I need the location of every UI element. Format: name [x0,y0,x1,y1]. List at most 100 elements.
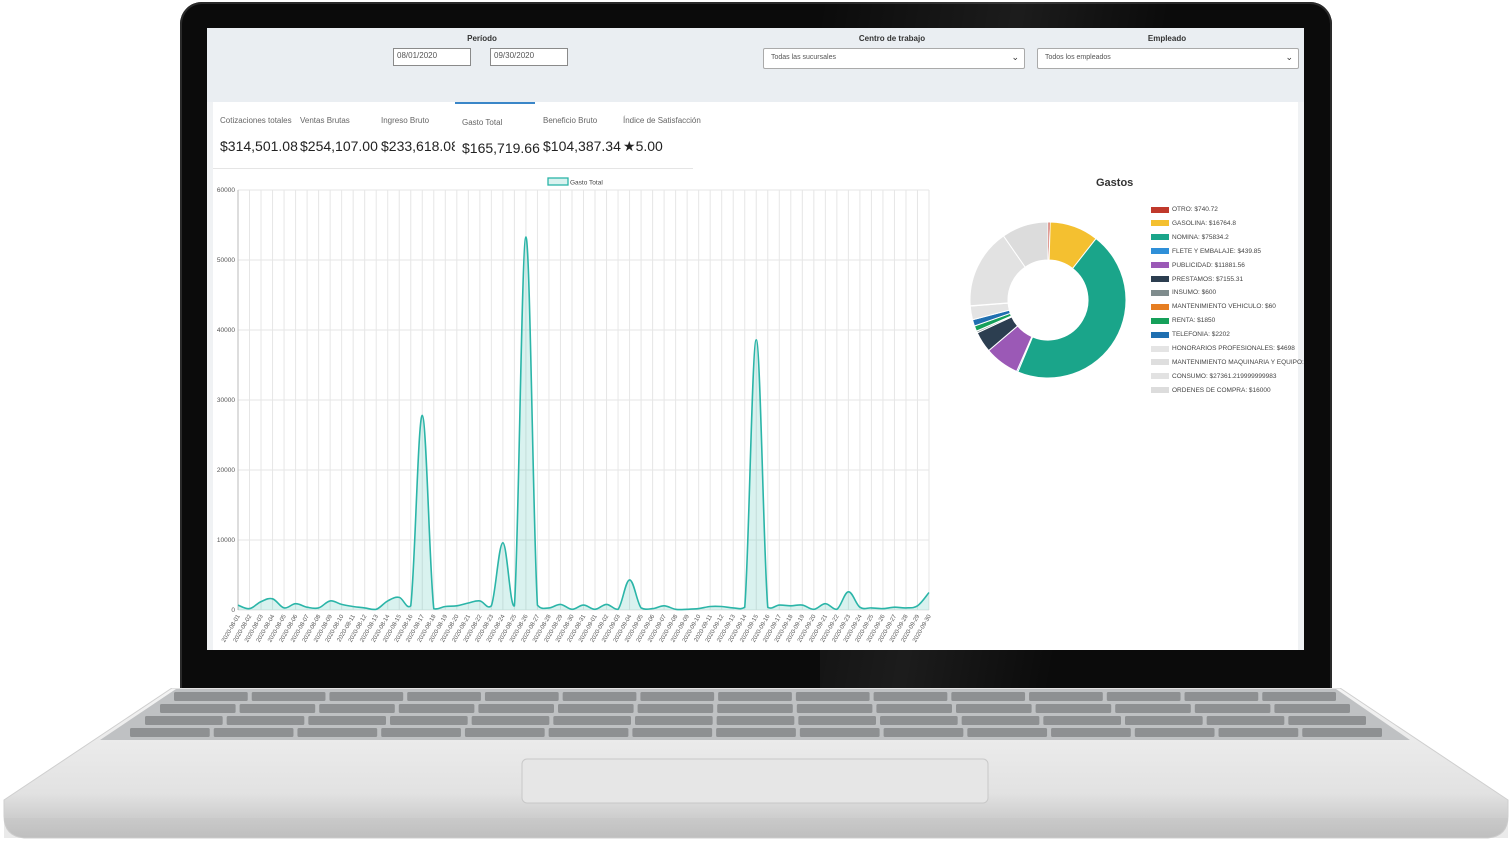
legend-item[interactable]: INSUMO: $600 [1151,289,1216,297]
key [718,692,792,701]
legend-label: PRESTAMOS: $7155.31 [1172,275,1244,283]
laptop-base [3,688,1509,839]
legend-item[interactable]: RENTA: $1850 [1151,317,1215,325]
end-date-input[interactable]: 09/30/2020 [490,48,568,66]
key [174,692,248,701]
key [951,692,1026,701]
key [1302,728,1382,737]
legend-item[interactable]: FLETE Y EMBALAJE: $439.85 [1151,248,1261,256]
dashboard-panel: Cotizaciones totales $314,501.08 Ventas … [213,102,1304,650]
chevron-down-icon: ⌄ [1011,52,1019,62]
key [1115,704,1191,713]
key [1262,692,1336,701]
legend-label: NOMINA: $75834.2 [1172,233,1229,241]
key [880,716,958,725]
legend-swatch [1151,387,1169,394]
y-tick-label: 30000 [217,397,235,404]
key [876,704,952,713]
legend-label: CONSUMO: $27361.219999999983 [1172,372,1277,380]
key [961,716,1040,725]
y-tick-label: 0 [231,607,235,614]
legend-swatch [1151,289,1169,296]
legend-label: FLETE Y EMBALAJE: $439.85 [1172,247,1262,255]
key [1274,704,1350,713]
key [145,716,223,725]
key [637,704,714,713]
key [308,716,386,725]
key [1029,692,1103,701]
key [297,728,378,737]
legend-item[interactable]: PRESTAMOS: $7155.31 [1151,276,1243,284]
key [239,704,316,713]
kpi-ingreso-bruto[interactable]: Ingreso Bruto $233,618.08 [374,102,459,168]
empleado-selected-value: Todos los empleados [1045,54,1111,61]
kpi-gasto-total[interactable]: Gasto Total $165,719.66 [455,102,540,170]
star-icon: ★ [623,138,636,154]
key [883,728,964,737]
y-tick-label: 40000 [217,327,235,334]
key [390,716,468,725]
y-tick-label: 50000 [217,257,235,264]
legend-swatch [1151,206,1169,213]
legend-label: Gasto Total [570,180,603,187]
key [632,728,713,737]
legend-item[interactable]: TELEFONIA: $2202 [1151,331,1230,339]
legend-item[interactable]: NOMINA: $75834.2 [1151,234,1229,242]
legend-item[interactable]: OTRO: $740.72 [1151,206,1218,214]
kpi-ventas-brutas[interactable]: Ventas Brutas $254,107.00 [293,102,378,168]
legend-item[interactable]: MANTENIMIENTO VEHICULO: $60 [1151,303,1276,311]
empleado-select[interactable]: Todos los empleados ⌄ [1037,48,1299,69]
kpi-label: Gasto Total [462,118,503,127]
kpi-value: $254,107.00 [300,138,378,154]
key [717,704,793,713]
kpi-divider [213,168,693,169]
legend-item[interactable]: GASOLINA: $16764.8 [1151,220,1236,228]
pie-title: Gastos [1096,177,1134,189]
legend-swatch [1151,359,1169,366]
legend-item[interactable]: HONORARIOS PROFESIONALES: $4698 [1151,345,1295,353]
legend-item[interactable]: PUBLICIDAD: $11881.56 [1151,262,1245,270]
legend-item[interactable]: CONSUMO: $27361.219999999983 [1151,373,1276,381]
key [381,728,461,737]
legend-swatch [1151,220,1169,227]
key [251,692,326,701]
legend-swatch [1151,303,1169,310]
chevron-down-icon: ⌄ [1285,52,1293,62]
centro-selected-value: Todas las sucursales [771,54,836,61]
centro-select[interactable]: Todas las sucursales ⌄ [763,48,1025,69]
dashboard-screen: Período 08/01/2020 09/30/2020 Centro de … [207,28,1304,650]
legend-item[interactable]: ORDENES DE COMPRA: $16000 [1151,387,1271,395]
kpi-value: $233,618.08 [381,138,459,154]
kpi-beneficio-bruto[interactable]: Beneficio Bruto $104,387.34 [536,102,621,168]
key [716,716,795,725]
key [799,728,880,737]
legend-label: MANTENIMIENTO MAQUINARIA Y EQUIPO: $132 [1172,358,1304,366]
key [873,692,948,701]
legend-item[interactable]: MANTENIMIENTO MAQUINARIA Y EQUIPO: $132 [1151,359,1304,367]
kpi-value: $104,387.34 [543,138,621,154]
kpi-satisfaccion[interactable]: Índice de Satisfacción ★5.00 [616,102,701,168]
key [1134,728,1215,737]
kpi-value: $314,501.08 [220,138,298,154]
legend-label: MANTENIMIENTO VEHICULO: $60 [1172,303,1276,311]
kpi-cotizaciones[interactable]: Cotizaciones totales $314,501.08 [213,102,298,168]
key [1218,728,1299,737]
legend-swatch [1151,345,1169,352]
legend-label: INSUMO: $600 [1172,289,1217,297]
y-tick-label: 60000 [217,187,235,194]
key [640,692,715,701]
start-date-input[interactable]: 08/01/2020 [393,48,471,66]
key [1184,692,1259,701]
key [548,728,629,737]
key [478,704,554,713]
content-area: Cotizaciones totales $314,501.08 Ventas … [207,102,1304,650]
legend-swatch [547,177,569,186]
gasto-total-chart: 01000020000300004000050000600002020-08-0… [217,177,933,644]
key [562,692,637,701]
kpi-label: Ingreso Bruto [381,116,430,125]
key [1125,716,1203,725]
empleado-label: Empleado [1147,34,1187,43]
key [319,704,395,713]
satisfaccion-number: 5.00 [635,138,663,154]
legend-swatch [1151,317,1169,324]
